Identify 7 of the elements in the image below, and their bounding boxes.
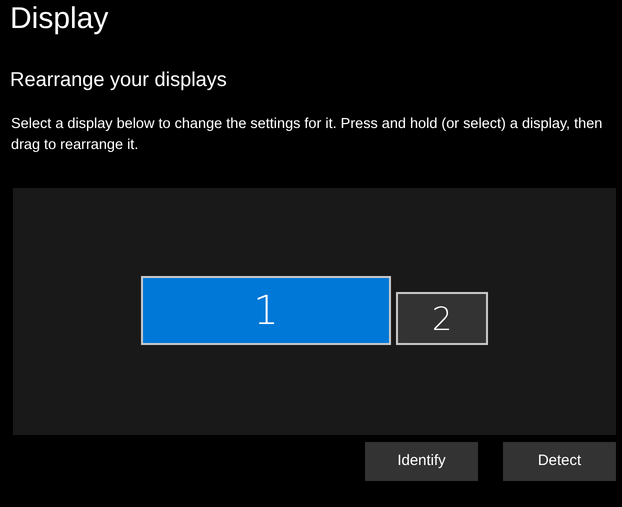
- display-tile[interactable]: 2: [396, 292, 488, 345]
- section-heading: Rearrange your displays: [9, 68, 228, 93]
- action-button[interactable]: Detect: [503, 442, 616, 481]
- action-button[interactable]: Identify: [365, 442, 478, 481]
- section-description: Select a display below to change the settings for it. Press and hold (or select) a display, then drag to rearrange it.: [10, 115, 604, 155]
- display-tile[interactable]: 1: [141, 276, 391, 345]
- page-title: Display: [9, 1, 110, 37]
